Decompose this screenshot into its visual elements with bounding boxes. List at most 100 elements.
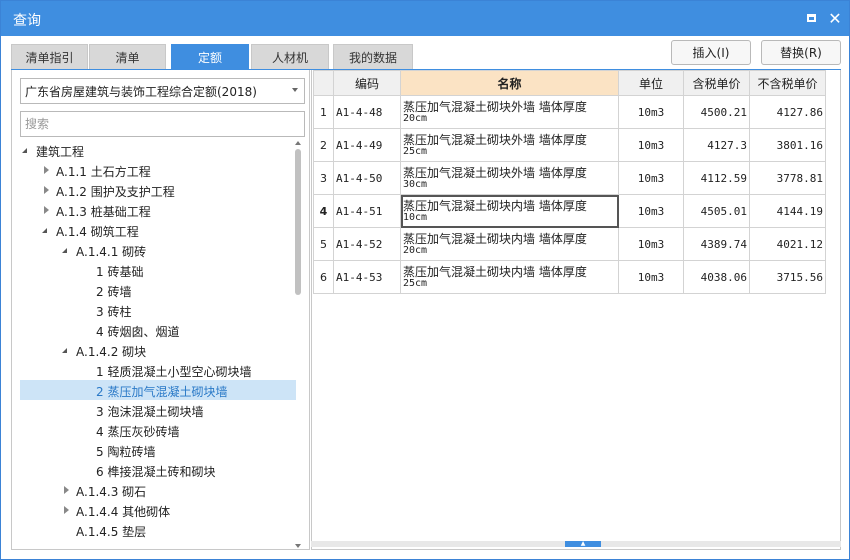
price-notax-cell[interactable]: 4144.19 xyxy=(749,194,826,228)
tree-node[interactable]: 3 泡沫混凝土砌块墙 xyxy=(20,400,296,420)
tab-2[interactable]: 清单 xyxy=(89,44,166,70)
unit-cell[interactable]: 10m3 xyxy=(618,95,684,129)
table-row[interactable]: 6 A1-4-53 蒸压加气混凝土砌块内墙 墙体厚度 25cm 10m3 4038.06 3… xyxy=(313,260,826,294)
tree-node[interactable]: 建筑工程 xyxy=(20,140,296,160)
code-cell[interactable]: A1-4-50 xyxy=(333,161,401,195)
price-tax-cell[interactable]: 4389.74 xyxy=(683,227,750,261)
tree-node-label: A.1.4 砌筑工程 xyxy=(56,225,139,239)
code-cell[interactable]: A1-4-51 xyxy=(333,194,401,228)
code-cell[interactable]: A1-4-49 xyxy=(333,128,401,162)
tree-node[interactable]: A.1.2 围护及支护工程 xyxy=(20,180,296,200)
replace-button[interactable]: 替换(R) xyxy=(761,40,841,65)
collapsed-arrow-icon[interactable] xyxy=(64,486,69,494)
tree-node[interactable]: A.1.1 土石方工程 xyxy=(20,160,296,180)
collapsed-arrow-icon[interactable] xyxy=(44,206,49,214)
tree-node[interactable]: 4 蒸压灰砂砖墙 xyxy=(20,420,296,440)
unit-cell[interactable]: 10m3 xyxy=(618,128,684,162)
code-cell[interactable]: A1-4-53 xyxy=(333,260,401,294)
tree-node[interactable]: A.1.4.2 砌块 xyxy=(20,340,296,360)
unit-cell[interactable]: 10m3 xyxy=(618,161,684,195)
tree-node[interactable]: 2 蒸压加气混凝土砌块墙 xyxy=(20,380,296,400)
column-header[interactable]: 不含税单价 xyxy=(749,70,826,96)
chevron-down-icon[interactable] xyxy=(292,88,298,92)
name-cell[interactable]: 蒸压加气混凝土砌块内墙 墙体厚度 10cm xyxy=(400,194,619,228)
price-tax-cell[interactable]: 4505.01 xyxy=(683,194,750,228)
table-row[interactable]: 4 A1-4-51 蒸压加气混凝土砌块内墙 墙体厚度 10cm 10m3 4505.01 4… xyxy=(313,194,826,228)
tree-node[interactable]: A.1.4.4 其他砌体 xyxy=(20,500,296,520)
tab-5[interactable]: 我的数据 xyxy=(333,44,413,70)
tree-node[interactable]: A.1.4.5 垫层 xyxy=(20,520,296,540)
column-header[interactable]: 名称 xyxy=(400,70,619,96)
row-number[interactable]: 5 xyxy=(313,227,334,261)
column-header[interactable]: 单位 xyxy=(618,70,684,96)
price-notax-cell[interactable]: 3778.81 xyxy=(749,161,826,195)
price-notax-cell[interactable]: 4021.12 xyxy=(749,227,826,261)
name-cell[interactable]: 蒸压加气混凝土砌块内墙 墙体厚度 25cm xyxy=(400,260,619,294)
price-tax-cell[interactable]: 4038.06 xyxy=(683,260,750,294)
close-icon[interactable]: ✕ xyxy=(827,9,843,28)
collapsed-arrow-icon[interactable] xyxy=(44,166,49,174)
tree-node[interactable]: 3 砖柱 xyxy=(20,300,296,320)
name-text: 蒸压加气混凝土砌块外墙 墙体厚度 xyxy=(403,133,587,147)
code-cell[interactable]: A1-4-52 xyxy=(333,227,401,261)
thickness-text: 20cm xyxy=(403,245,428,256)
scroll-thumb[interactable] xyxy=(295,149,301,295)
column-header[interactable] xyxy=(313,70,334,96)
tree-node[interactable]: 4 砖烟囱、烟道 xyxy=(20,320,296,340)
scroll-up-icon[interactable] xyxy=(295,141,301,145)
table-row[interactable]: 3 A1-4-50 蒸压加气混凝土砌块外墙 墙体厚度 30cm 10m3 4112.59 3… xyxy=(313,161,826,195)
unit-cell[interactable]: 10m3 xyxy=(618,260,684,294)
name-cell[interactable]: 蒸压加气混凝土砌块外墙 墙体厚度 30cm xyxy=(400,161,619,195)
row-number[interactable]: 3 xyxy=(313,161,334,195)
library-select[interactable]: 广东省房屋建筑与装饰工程综合定额(2018) xyxy=(20,78,305,104)
collapse-up-icon[interactable]: ▲ xyxy=(565,541,601,547)
tree-node[interactable]: 2 砖墙 xyxy=(20,280,296,300)
expanded-arrow-icon[interactable] xyxy=(22,148,27,153)
tree-node[interactable]: 6 榫接混凝土砖和砌块 xyxy=(20,460,296,480)
table-row[interactable]: 2 A1-4-49 蒸压加气混凝土砌块外墙 墙体厚度 25cm 10m3 4127.3 38… xyxy=(313,128,826,162)
unit-cell[interactable]: 10m3 xyxy=(618,194,684,228)
collapsed-arrow-icon[interactable] xyxy=(44,186,49,194)
tree-node[interactable]: 1 轻质混凝土小型空心砌块墙 xyxy=(20,360,296,380)
price-tax-cell[interactable]: 4112.59 xyxy=(683,161,750,195)
price-notax-cell[interactable]: 3715.56 xyxy=(749,260,826,294)
tab-1[interactable]: 清单指引 xyxy=(11,44,88,70)
tree-scrollbar[interactable] xyxy=(294,141,302,548)
row-number[interactable]: 4 xyxy=(313,194,334,228)
column-header[interactable]: 含税单价 xyxy=(683,70,750,96)
collapsed-arrow-icon[interactable] xyxy=(64,506,69,514)
expanded-arrow-icon[interactable] xyxy=(62,248,67,253)
tab-3[interactable]: 定额 xyxy=(171,44,249,70)
price-notax-cell[interactable]: 4127.86 xyxy=(749,95,826,129)
row-number[interactable]: 2 xyxy=(313,128,334,162)
table-row[interactable]: 5 A1-4-52 蒸压加气混凝土砌块内墙 墙体厚度 20cm 10m3 4389.74 4… xyxy=(313,227,826,261)
tab-4[interactable]: 人材机 xyxy=(251,44,329,70)
price-tax-cell[interactable]: 4127.3 xyxy=(683,128,750,162)
tree-node[interactable]: 1 砖基础 xyxy=(20,260,296,280)
price-notax-cell[interactable]: 3801.16 xyxy=(749,128,826,162)
tree-node[interactable]: A.1.4.3 砌石 xyxy=(20,480,296,500)
insert-button[interactable]: 插入(I) xyxy=(671,40,751,65)
name-cell[interactable]: 蒸压加气混凝土砌块外墙 墙体厚度 20cm xyxy=(400,95,619,129)
expanded-arrow-icon[interactable] xyxy=(62,348,67,353)
name-cell[interactable]: 蒸压加气混凝土砌块内墙 墙体厚度 20cm xyxy=(400,227,619,261)
tree-node[interactable]: 5 陶粒砖墙 xyxy=(20,440,296,460)
tree-node[interactable]: A.1.4.1 砌砖 xyxy=(20,240,296,260)
tree-node-label: 1 砖基础 xyxy=(96,265,144,279)
splitter-bar[interactable]: ▲ xyxy=(311,541,841,547)
row-number[interactable]: 6 xyxy=(313,260,334,294)
code-cell[interactable]: A1-4-48 xyxy=(333,95,401,129)
column-header[interactable]: 编码 xyxy=(333,70,401,96)
scroll-down-icon[interactable] xyxy=(295,544,301,548)
tree-node[interactable]: A.1.4 砌筑工程 xyxy=(20,220,296,240)
name-cell[interactable]: 蒸压加气混凝土砌块外墙 墙体厚度 25cm xyxy=(400,128,619,162)
maximize-icon[interactable] xyxy=(803,10,819,26)
row-number[interactable]: 1 xyxy=(313,95,334,129)
unit-cell[interactable]: 10m3 xyxy=(618,227,684,261)
window-title: 查询 xyxy=(13,13,41,29)
search-input[interactable] xyxy=(20,111,305,137)
expanded-arrow-icon[interactable] xyxy=(42,228,47,233)
tree-node[interactable]: A.1.3 桩基础工程 xyxy=(20,200,296,220)
table-row[interactable]: 1 A1-4-48 蒸压加气混凝土砌块外墙 墙体厚度 20cm 10m3 4500.21 4… xyxy=(313,95,826,129)
price-tax-cell[interactable]: 4500.21 xyxy=(683,95,750,129)
